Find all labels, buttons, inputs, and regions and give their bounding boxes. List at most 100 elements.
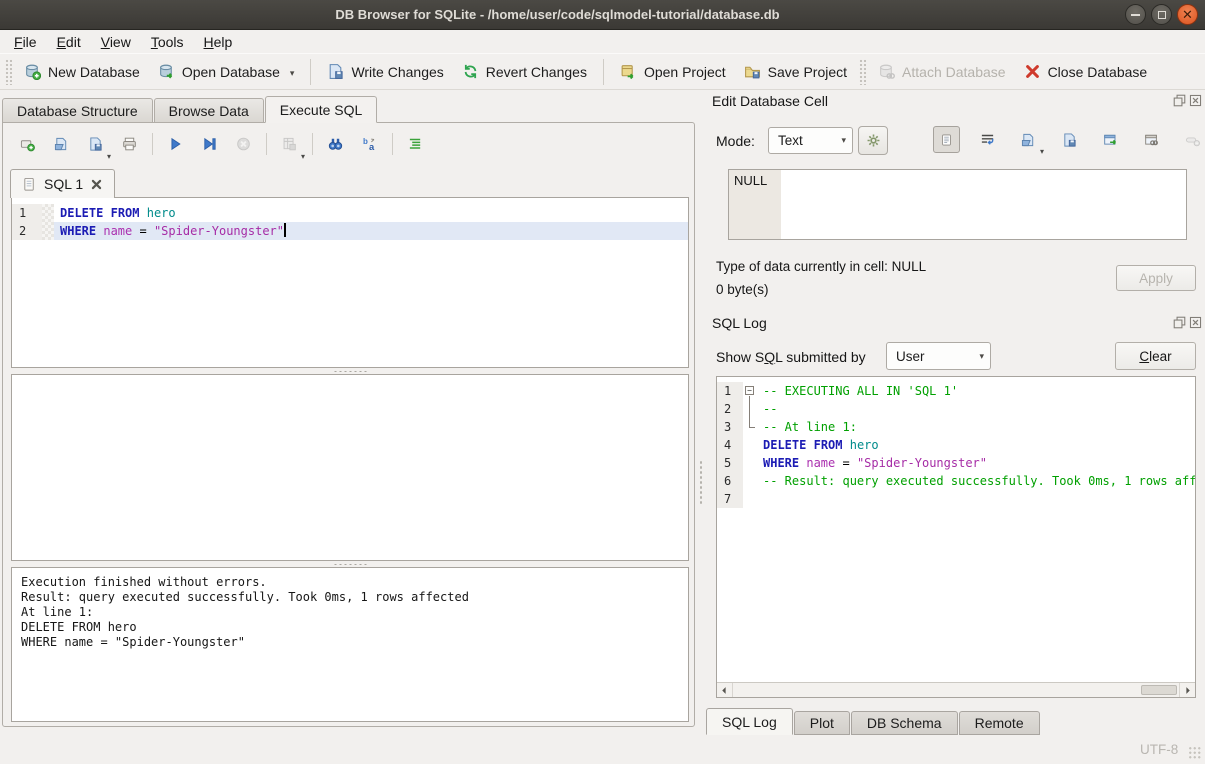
copy-link-button[interactable] bbox=[1138, 126, 1165, 153]
dock-tab-sql-log[interactable]: SQL Log bbox=[706, 708, 793, 735]
export-data-button[interactable] bbox=[1056, 126, 1083, 153]
chevron-down-icon: ▾ bbox=[301, 152, 305, 161]
toolbar-drag-handle[interactable] bbox=[5, 59, 12, 85]
fold-margin[interactable] bbox=[743, 490, 757, 508]
fold-margin[interactable] bbox=[743, 454, 757, 472]
dock-tab-remote[interactable]: Remote bbox=[959, 711, 1040, 735]
fold-margin[interactable] bbox=[743, 436, 757, 454]
scrollbar-thumb[interactable] bbox=[1141, 685, 1177, 695]
scroll-right-arrow-icon[interactable] bbox=[1179, 683, 1195, 697]
cell-type-info: Type of data currently in cell: NULL bbox=[716, 259, 926, 274]
word-wrap-button[interactable] bbox=[974, 126, 1001, 153]
close-button[interactable]: ✕ bbox=[1177, 4, 1198, 25]
toolbar-separator bbox=[603, 59, 604, 85]
code-line-3[interactable]: 3-- At line 1: bbox=[717, 418, 1195, 436]
code-line-4[interactable]: 4DELETE FROM hero bbox=[717, 436, 1195, 454]
apply-button[interactable]: Apply bbox=[1116, 265, 1196, 291]
code-line-6[interactable]: 6-- Result: query executed successfully.… bbox=[717, 472, 1195, 490]
database-open-button[interactable]: Open Database▾ bbox=[149, 58, 304, 85]
save-sql-file-button[interactable]: ▾ bbox=[82, 131, 109, 158]
code-line-1[interactable]: 1DELETE FROM hero bbox=[12, 204, 688, 222]
float-icon[interactable] bbox=[1173, 316, 1186, 329]
fold-margin[interactable] bbox=[743, 472, 757, 490]
code-line-1[interactable]: 1−-- EXECUTING ALL IN 'SQL 1' bbox=[717, 382, 1195, 400]
dock-close-icon[interactable] bbox=[1189, 316, 1202, 329]
write-changes-icon bbox=[327, 63, 344, 80]
tab-browse-data[interactable]: Browse Data bbox=[154, 98, 264, 123]
maximize-button[interactable] bbox=[1151, 4, 1172, 25]
cell-value-editor[interactable]: NULL bbox=[728, 169, 1187, 240]
sql-log-view[interactable]: 1−-- EXECUTING ALL IN 'SQL 1'2--3-- At l… bbox=[716, 376, 1196, 698]
code-line-5[interactable]: 5WHERE name = "Spider-Youngster" bbox=[717, 454, 1195, 472]
text-mode-button[interactable] bbox=[933, 126, 960, 153]
sql-tab[interactable]: SQL 1 bbox=[10, 169, 115, 198]
stop-button[interactable] bbox=[230, 131, 257, 158]
fold-collapse-icon[interactable]: − bbox=[745, 386, 754, 395]
resize-grip[interactable] bbox=[1188, 746, 1202, 760]
menu-view[interactable]: View bbox=[91, 32, 141, 52]
tab-execute-sql[interactable]: Execute SQL bbox=[265, 96, 378, 123]
menu-file[interactable]: File bbox=[4, 32, 47, 52]
print-icon bbox=[122, 135, 137, 153]
execution-message-panel[interactable]: Execution finished without errors.Result… bbox=[11, 567, 689, 722]
tab-database-structure[interactable]: Database Structure bbox=[2, 98, 153, 123]
splitter-vertical[interactable] bbox=[699, 460, 703, 504]
code-text: -- Result: query executed successfully. … bbox=[757, 472, 1196, 490]
menu-edit[interactable]: Edit bbox=[47, 32, 91, 52]
write-changes-button[interactable]: Write Changes bbox=[318, 58, 452, 85]
sql-editor[interactable]: 1DELETE FROM hero2WHERE name = "Spider-Y… bbox=[11, 197, 689, 368]
code-token: FROM bbox=[814, 438, 843, 452]
execute-all-button[interactable] bbox=[162, 131, 189, 158]
mode-select-value: Text bbox=[778, 133, 803, 148]
toolbar-separator bbox=[310, 59, 311, 85]
revert-changes-button[interactable]: Revert Changes bbox=[453, 58, 596, 85]
title-bar[interactable]: DB Browser for SQLite - /home/user/code/… bbox=[0, 0, 1205, 30]
open-in-external-button[interactable] bbox=[1097, 126, 1124, 153]
execute-line-button[interactable] bbox=[196, 131, 223, 158]
menu-help[interactable]: Help bbox=[194, 32, 243, 52]
code-line-7[interactable]: 7 bbox=[717, 490, 1195, 508]
toolbar-drag-handle[interactable] bbox=[859, 59, 866, 85]
scroll-left-arrow-icon[interactable] bbox=[717, 683, 733, 697]
export-results-button[interactable]: ▾ bbox=[276, 131, 303, 158]
sql-tab-close-icon[interactable] bbox=[90, 178, 103, 191]
execute-line-icon bbox=[202, 135, 217, 153]
code-token: -- Result: query executed successfully. … bbox=[763, 474, 1196, 488]
fold-margin[interactable] bbox=[743, 400, 757, 418]
open-sql-file-button[interactable] bbox=[48, 131, 75, 158]
dock-close-icon[interactable] bbox=[1189, 94, 1202, 107]
auto-switch-mode-button[interactable] bbox=[858, 126, 888, 155]
database-new-button[interactable]: New Database bbox=[15, 58, 149, 85]
attach-database-button[interactable]: Attach Database bbox=[869, 58, 1015, 85]
fold-margin[interactable] bbox=[743, 418, 757, 436]
new-sql-tab-button[interactable] bbox=[14, 131, 41, 158]
line-number: 7 bbox=[717, 490, 743, 508]
cell-edit-area[interactable] bbox=[781, 170, 1186, 239]
export-results-icon bbox=[282, 135, 297, 153]
results-grid[interactable] bbox=[11, 374, 689, 561]
clear-button[interactable]: Clear bbox=[1115, 342, 1196, 370]
code-text: WHERE name = "Spider-Youngster" bbox=[54, 222, 688, 240]
minimize-button[interactable] bbox=[1125, 4, 1146, 25]
code-line-2[interactable]: 2WHERE name = "Spider-Youngster" bbox=[12, 222, 688, 240]
submitted-by-select[interactable]: User ▾ bbox=[886, 342, 991, 370]
open-project-button[interactable]: Open Project bbox=[611, 58, 735, 85]
code-line-2[interactable]: 2-- bbox=[717, 400, 1195, 418]
close-database-button[interactable]: Close Database bbox=[1015, 58, 1157, 85]
dock-tab-db-schema[interactable]: DB Schema bbox=[851, 711, 958, 735]
find-replace-button[interactable]: ba bbox=[356, 131, 383, 158]
horizontal-scrollbar[interactable] bbox=[717, 682, 1195, 697]
find-button[interactable] bbox=[322, 131, 349, 158]
auto-format-button[interactable] bbox=[402, 131, 429, 158]
float-icon[interactable] bbox=[1173, 94, 1186, 107]
dock-tab-plot[interactable]: Plot bbox=[794, 711, 850, 735]
import-data-button[interactable]: ▾ bbox=[1015, 126, 1042, 153]
set-null-button[interactable] bbox=[1179, 126, 1205, 153]
menu-tools[interactable]: Tools bbox=[141, 32, 194, 52]
save-project-button[interactable]: Save Project bbox=[735, 58, 856, 85]
mode-select[interactable]: Text ▾ bbox=[768, 127, 853, 154]
fold-margin[interactable]: − bbox=[743, 382, 757, 400]
message-line: WHERE name = "Spider-Youngster" bbox=[21, 635, 679, 650]
fold-line bbox=[749, 418, 750, 427]
print-button[interactable] bbox=[116, 131, 143, 158]
